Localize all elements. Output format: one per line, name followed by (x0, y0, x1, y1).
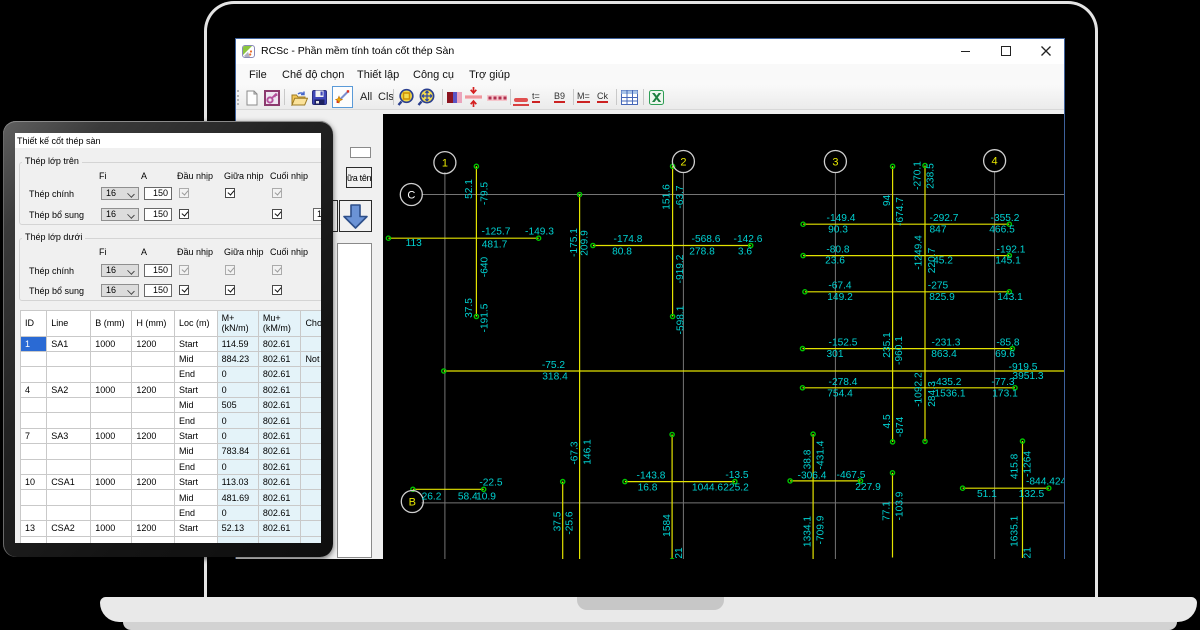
svg-text:-174.8: -174.8 (614, 234, 643, 245)
svg-text:301: 301 (827, 349, 844, 360)
svg-text:1635.1: 1635.1 (1010, 515, 1021, 546)
svg-text:16.8: 16.8 (638, 482, 658, 493)
svg-text:847: 847 (930, 225, 947, 236)
svg-text:-85.8: -85.8 (996, 338, 1020, 349)
svg-text:-191.5: -191.5 (480, 303, 491, 332)
svg-text:-149.3: -149.3 (525, 227, 554, 238)
svg-text:-103.9: -103.9 (895, 491, 906, 520)
svg-text:4.5: 4.5 (882, 414, 893, 428)
svg-text:C: C (407, 189, 415, 201)
svg-text:23.6: 23.6 (825, 256, 845, 267)
svg-text:3951.3: 3951.3 (1012, 371, 1043, 382)
svg-text:-80.8: -80.8 (826, 244, 850, 255)
svg-text:26.2: 26.2 (422, 491, 442, 502)
svg-text:-640: -640 (480, 256, 491, 277)
svg-text:-142.6: -142.6 (734, 234, 763, 245)
svg-text:863.4: 863.4 (931, 349, 957, 360)
svg-text:-960.1: -960.1 (894, 336, 905, 365)
svg-text:-1092.2: -1092.2 (914, 372, 925, 407)
svg-text:278.8: 278.8 (689, 246, 715, 257)
svg-text:-919.2: -919.2 (675, 254, 686, 283)
svg-text:-1264: -1264 (1023, 451, 1034, 477)
svg-text:58.4: 58.4 (458, 491, 478, 502)
svg-text:235.1: 235.1 (882, 332, 893, 358)
svg-text:825.9: 825.9 (929, 292, 955, 303)
svg-text:151.6: 151.6 (662, 184, 673, 210)
svg-text:284.3: 284.3 (927, 381, 938, 407)
svg-text:-292.7: -292.7 (930, 213, 959, 224)
svg-text:-152.5: -152.5 (829, 338, 858, 349)
svg-text:481.7: 481.7 (482, 239, 508, 250)
svg-text:-25.6: -25.6 (565, 511, 576, 535)
svg-text:143.1: 143.1 (997, 292, 1023, 303)
svg-text:415.8: 415.8 (1010, 453, 1021, 479)
svg-text:209.9: 209.9 (580, 230, 591, 256)
svg-text:-125.7: -125.7 (482, 227, 511, 238)
svg-text:-278.4: -278.4 (829, 377, 858, 388)
svg-text:-143.8: -143.8 (637, 471, 666, 482)
svg-text:132.5: 132.5 (1019, 489, 1045, 500)
svg-text:-598.1: -598.1 (676, 305, 687, 334)
svg-text:225.2: 225.2 (723, 482, 749, 493)
svg-text:80.8: 80.8 (612, 246, 632, 257)
svg-text:466.5: 466.5 (989, 225, 1015, 236)
svg-text:1044.6: 1044.6 (692, 482, 723, 493)
svg-text:90.3: 90.3 (828, 225, 848, 236)
svg-text:-674.7: -674.7 (895, 197, 906, 226)
svg-text:37.5: 37.5 (553, 511, 564, 531)
svg-text:238.5: 238.5 (926, 163, 937, 189)
svg-text:37.5: 37.5 (464, 298, 475, 318)
svg-text:3.6: 3.6 (738, 246, 752, 257)
svg-text:1536.1: 1536.1 (934, 388, 965, 399)
svg-text:94: 94 (882, 195, 893, 207)
svg-text:1334.1: 1334.1 (803, 516, 814, 547)
svg-text:113: 113 (406, 238, 423, 249)
svg-text:-149.4: -149.4 (827, 213, 856, 224)
svg-text:3: 3 (832, 156, 838, 168)
svg-text:69.6: 69.6 (995, 349, 1015, 360)
svg-text:-77.3: -77.3 (991, 377, 1015, 388)
svg-text:318.4: 318.4 (542, 372, 568, 383)
svg-text:146.1: 146.1 (583, 439, 594, 465)
svg-text:-270.1: -270.1 (913, 161, 924, 190)
svg-text:1584: 1584 (662, 514, 673, 537)
svg-text:B: B (409, 496, 416, 508)
svg-text:52.1: 52.1 (464, 179, 475, 199)
svg-text:51.1: 51.1 (977, 489, 997, 500)
svg-text:-75.2: -75.2 (542, 360, 566, 371)
svg-text:-709.9: -709.9 (816, 515, 827, 544)
svg-text:-431.4: -431.4 (816, 440, 827, 469)
svg-text:-63.7: -63.7 (675, 185, 686, 209)
svg-text:-1249.4: -1249.4 (914, 235, 925, 270)
svg-text:-13.5: -13.5 (725, 470, 749, 481)
svg-text:173.1: 173.1 (992, 388, 1018, 399)
svg-text:-67.3: -67.3 (570, 441, 581, 465)
svg-text:754.4: 754.4 (827, 388, 853, 399)
svg-text:-568.6: -568.6 (692, 234, 721, 245)
svg-text:-467.5: -467.5 (837, 470, 866, 481)
svg-text:4: 4 (992, 156, 998, 168)
svg-text:21: 21 (1023, 547, 1034, 559)
svg-text:77.1: 77.1 (882, 501, 893, 521)
svg-text:-22.5: -22.5 (479, 477, 503, 488)
svg-text:21: 21 (674, 547, 685, 559)
svg-text:145.1: 145.1 (995, 256, 1021, 267)
svg-text:1: 1 (442, 157, 448, 169)
svg-text:-175.1: -175.1 (569, 228, 580, 257)
svg-text:-231.3: -231.3 (932, 338, 961, 349)
svg-text:227.9: 227.9 (855, 482, 881, 493)
svg-text:-306.4: -306.4 (798, 470, 827, 481)
svg-text:-355.2: -355.2 (991, 213, 1020, 224)
svg-text:2: 2 (680, 156, 686, 168)
svg-text:10.9: 10.9 (476, 491, 496, 502)
svg-text:220.7: 220.7 (927, 247, 938, 273)
svg-text:-67.4: -67.4 (828, 281, 852, 292)
svg-text:149.2: 149.2 (827, 292, 853, 303)
svg-text:-192.1: -192.1 (997, 244, 1026, 255)
svg-text:-844.4242: -844.4242 (1026, 477, 1064, 488)
svg-text:38.8: 38.8 (803, 449, 814, 469)
svg-text:-79.5: -79.5 (480, 182, 491, 206)
svg-text:-874: -874 (895, 416, 906, 437)
svg-text:-275: -275 (928, 281, 949, 292)
